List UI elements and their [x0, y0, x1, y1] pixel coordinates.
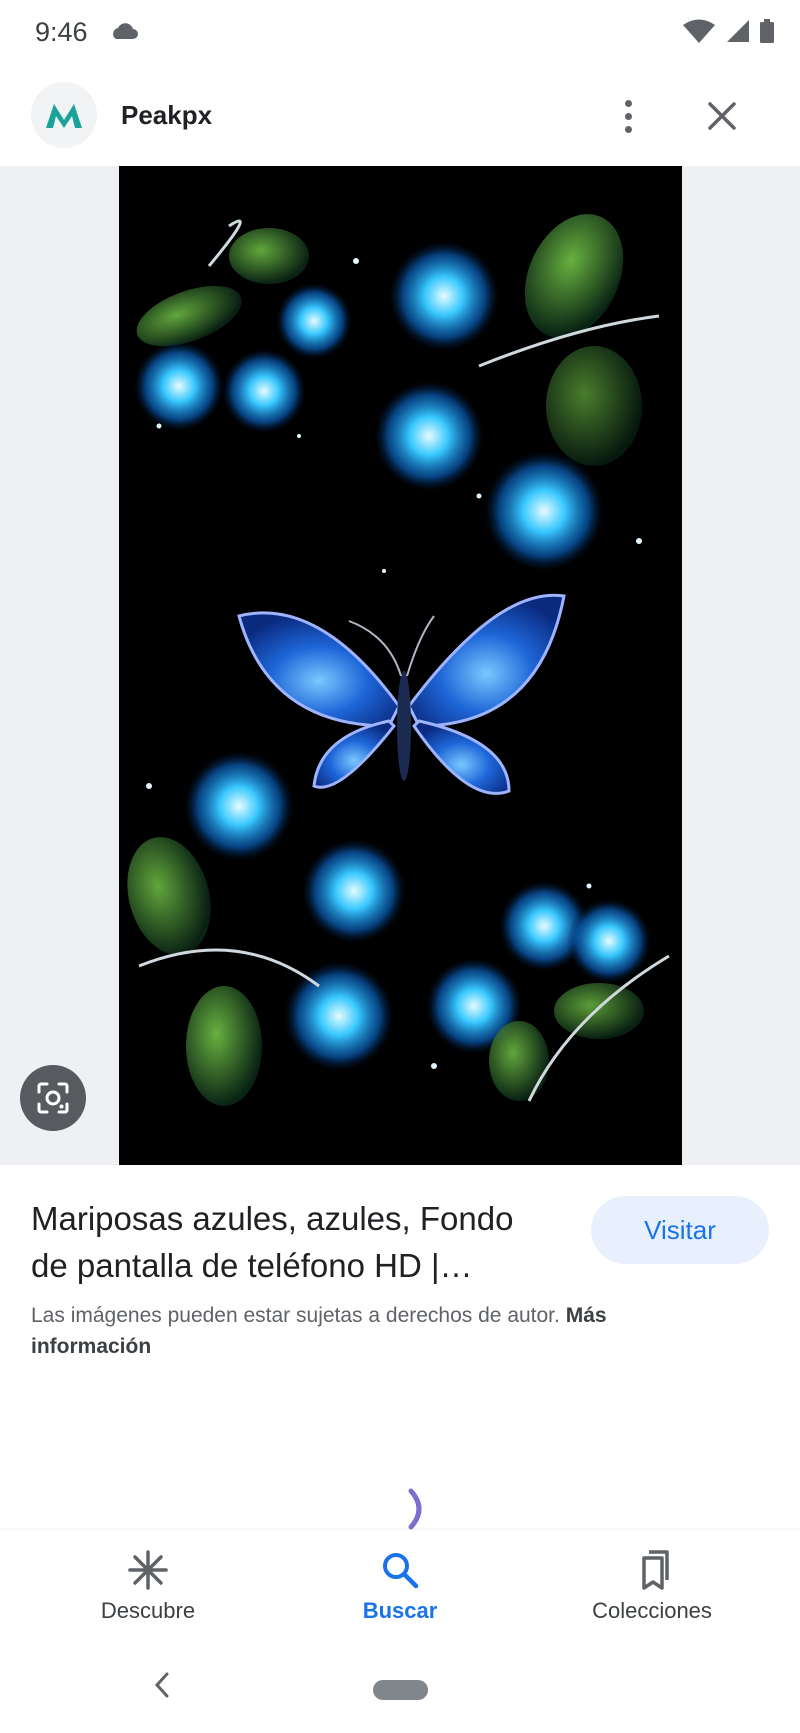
signal-icon	[727, 20, 749, 42]
butterfly-artwork	[119, 166, 682, 1165]
more-options-button[interactable]	[608, 90, 648, 142]
lens-icon	[37, 1082, 69, 1114]
bottom-navigation: Descubre Buscar Colecciones	[0, 1530, 800, 1640]
dot-icon	[624, 112, 632, 120]
status-time: 9:46	[35, 17, 88, 47]
cloud-icon	[113, 23, 138, 39]
copyright-text: Las imágenes pueden estar sujetas a dere…	[31, 1304, 560, 1327]
status-icons	[682, 18, 774, 44]
dot-icon	[624, 125, 632, 133]
nav-buscar[interactable]: Buscar	[300, 1548, 500, 1624]
image-title[interactable]: Mariposas azules, azules, Fondo de panta…	[31, 1195, 551, 1289]
image-info: Mariposas azules, azules, Fondo de panta…	[0, 1165, 800, 1530]
nav-label: Colecciones	[592, 1598, 712, 1623]
battery-icon	[760, 19, 774, 43]
site-name[interactable]: Peakpx	[121, 100, 212, 131]
loading-spinner-icon	[408, 1488, 422, 1530]
nav-label: Buscar	[362, 1598, 438, 1623]
search-icon	[383, 1553, 419, 1589]
viewer-header: Peakpx	[0, 66, 800, 166]
image-viewer	[0, 166, 800, 1165]
status-bar: 9:46	[0, 0, 800, 66]
preview-image[interactable]	[119, 166, 682, 1165]
nav-descubre[interactable]: Descubre	[48, 1548, 248, 1624]
site-logo-icon[interactable]	[31, 82, 97, 148]
dot-icon	[624, 99, 632, 107]
home-handle[interactable]	[373, 1680, 428, 1700]
copyright-notice: Las imágenes pueden estar sujetas a dere…	[31, 1300, 721, 1362]
visit-button[interactable]: Visitar	[591, 1196, 769, 1264]
system-navigation-bar	[0, 1640, 800, 1733]
nav-colecciones[interactable]: Colecciones	[552, 1548, 752, 1624]
asterisk-icon	[128, 1550, 168, 1590]
bookmarks-icon	[642, 1550, 669, 1590]
nav-label: Descubre	[100, 1598, 196, 1623]
close-icon[interactable]	[700, 94, 744, 138]
back-icon[interactable]	[152, 1670, 172, 1700]
google-lens-button[interactable]	[20, 1065, 86, 1131]
wifi-icon	[683, 19, 715, 43]
